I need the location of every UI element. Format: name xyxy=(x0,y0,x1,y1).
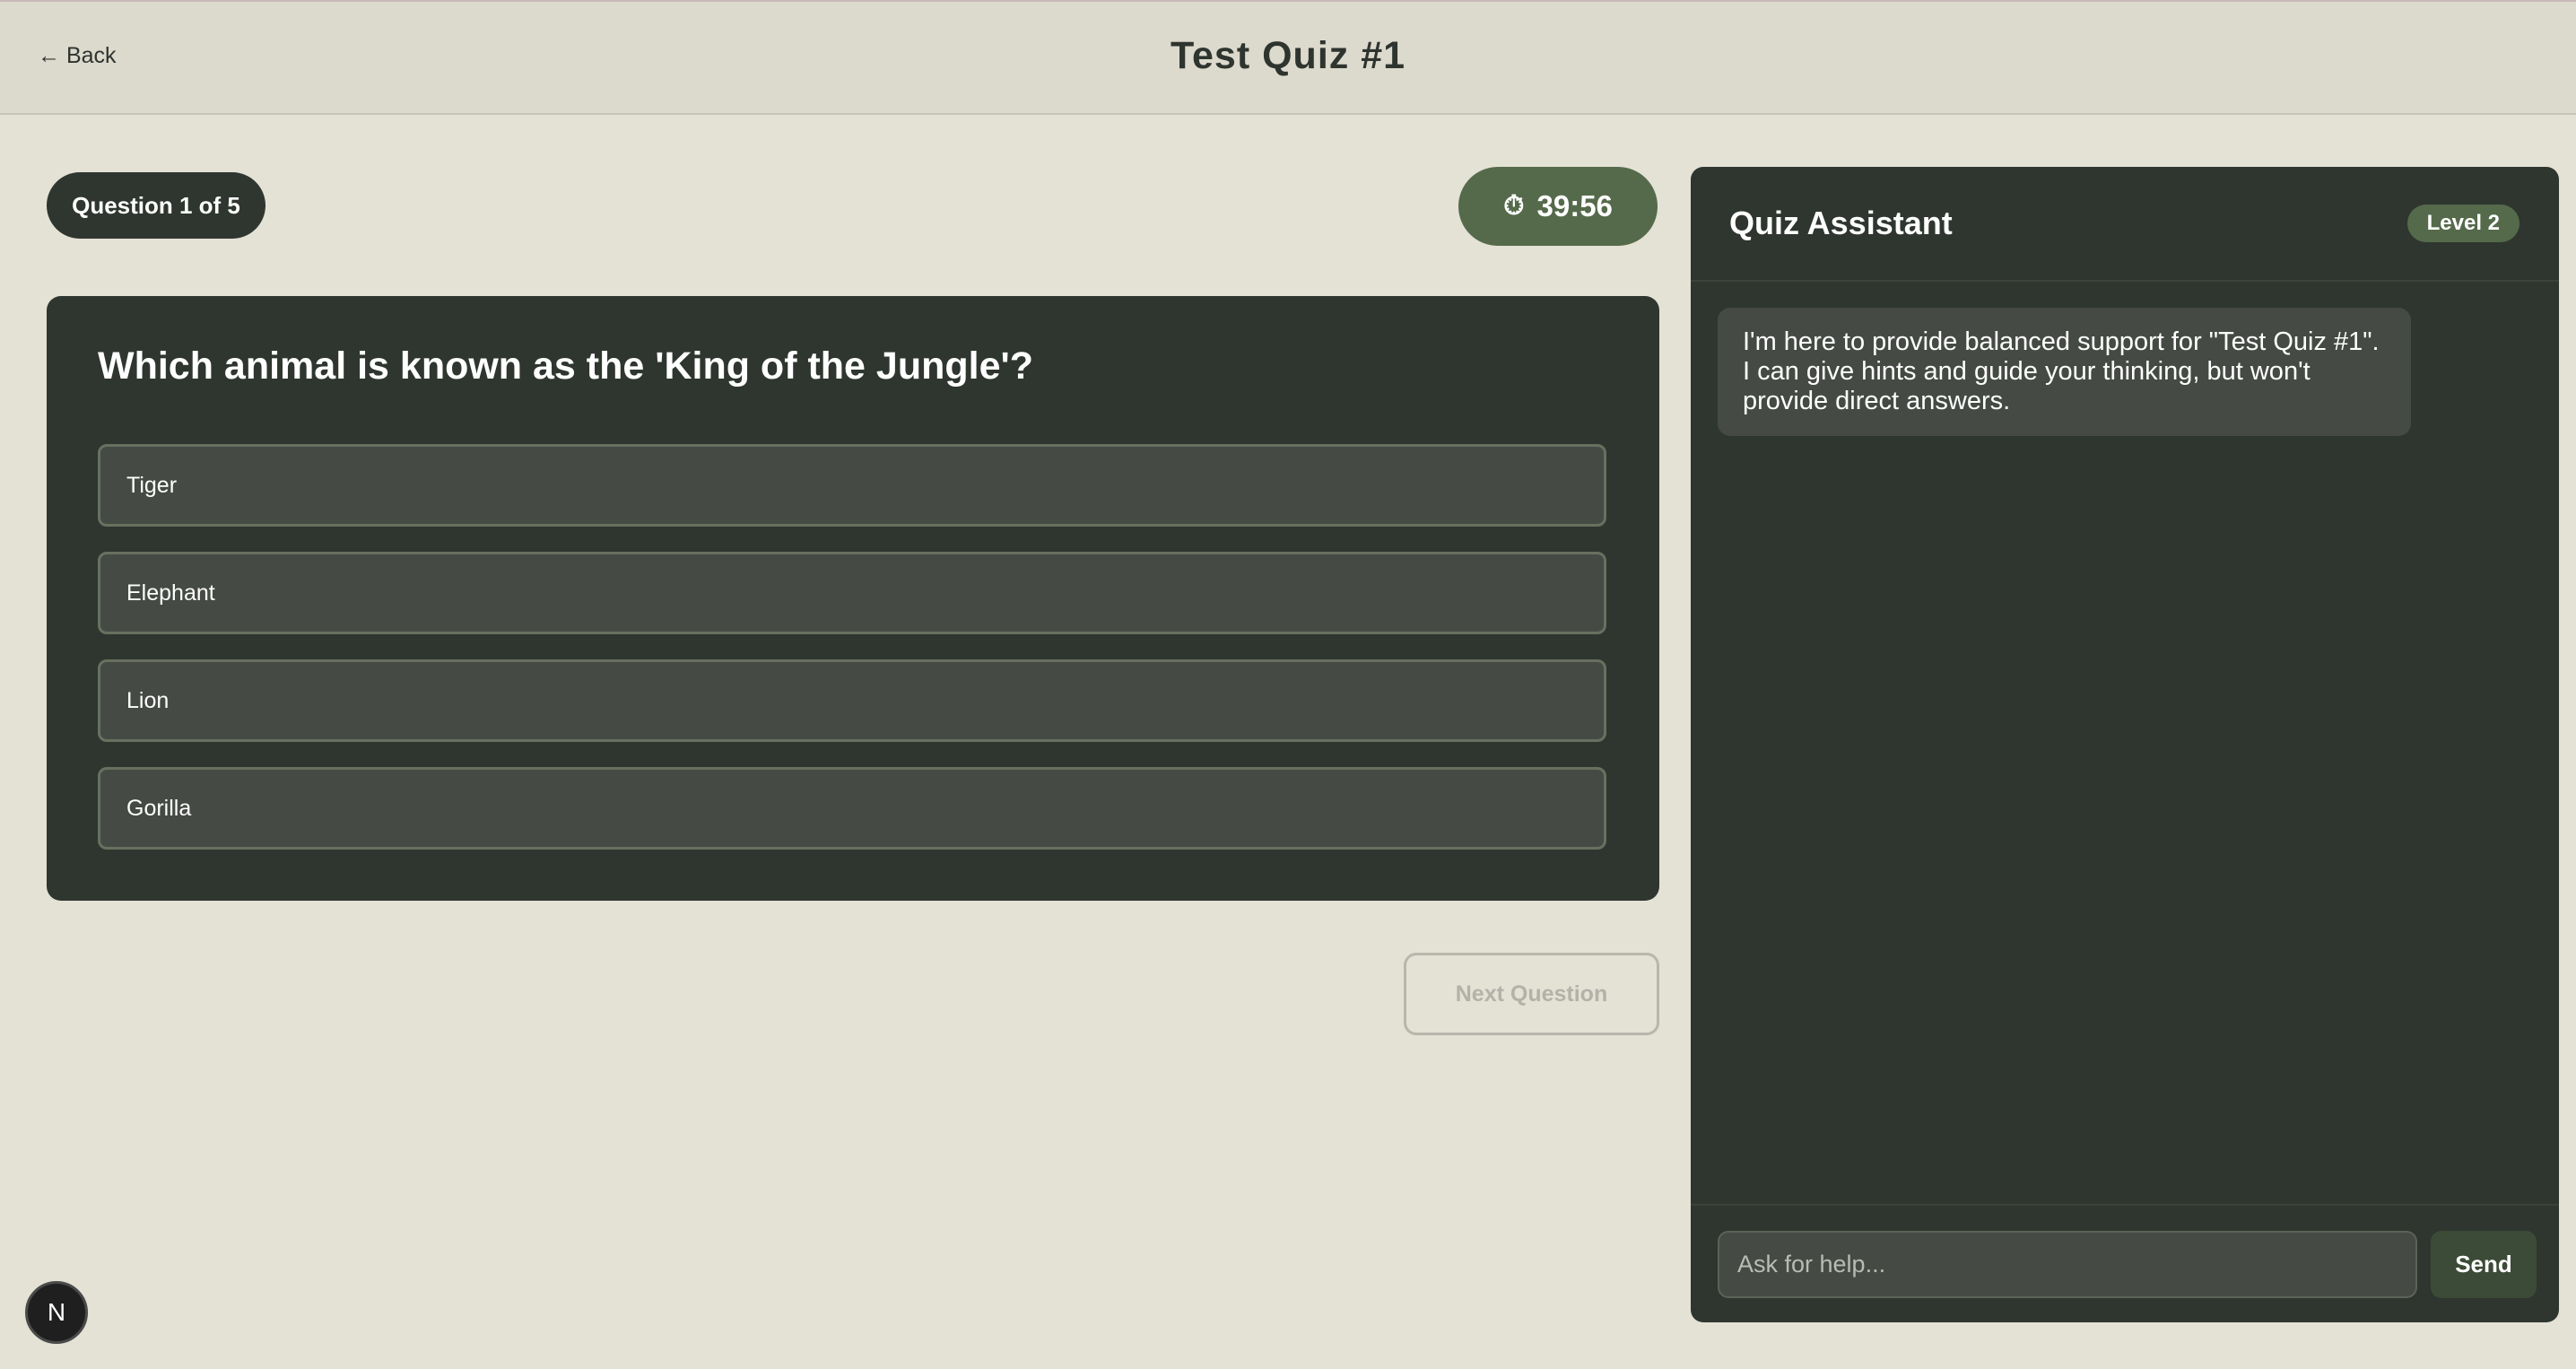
header: ← Back Test Quiz #1 xyxy=(0,2,2576,115)
assistant-title: Quiz Assistant xyxy=(1729,205,1953,241)
assistant-message: I'm here to provide balanced support for… xyxy=(1718,308,2411,436)
page-title: Test Quiz #1 xyxy=(1170,34,1406,77)
stopwatch-icon: ⏱ xyxy=(1503,191,1525,221)
next-question-button[interactable]: Next Question xyxy=(1404,953,1659,1035)
question-progress-badge: Question 1 of 5 xyxy=(47,172,265,239)
timer: ⏱ 39:56 xyxy=(1458,167,1658,246)
answer-option-2[interactable]: Elephant xyxy=(98,552,1606,634)
timer-value: 39:56 xyxy=(1536,189,1613,222)
question-card: Which animal is known as the 'King of th… xyxy=(47,296,1659,901)
answer-option-3[interactable]: Lion xyxy=(98,659,1606,742)
assistant-input-bar: Send xyxy=(1691,1204,2559,1322)
level-badge: Level 2 xyxy=(2406,205,2519,242)
send-button[interactable]: Send xyxy=(2431,1231,2537,1298)
answer-option-1[interactable]: Tiger xyxy=(98,444,1606,527)
answer-option-4[interactable]: Gorilla xyxy=(98,767,1606,850)
assistant-header: Quiz Assistant Level 2 xyxy=(1691,167,2559,282)
quiz-assistant-panel: Quiz Assistant Level 2 I'm here to provi… xyxy=(1691,167,2559,1322)
n-logo-badge[interactable]: N xyxy=(25,1281,88,1344)
help-input[interactable] xyxy=(1718,1231,2417,1298)
question-text: Which animal is known as the 'King of th… xyxy=(98,344,1033,388)
